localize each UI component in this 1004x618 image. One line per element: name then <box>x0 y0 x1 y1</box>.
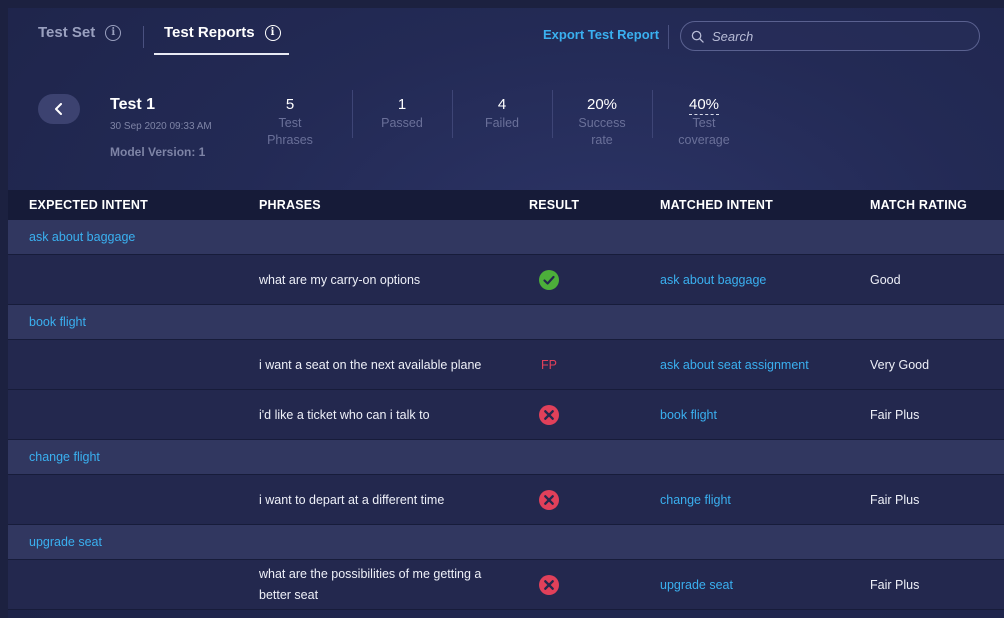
test-reports-panel: Test Set i Test Reports i Export Test Re… <box>8 8 1004 618</box>
stat-passed: 1 Passed <box>352 96 452 132</box>
stat-value: 1 <box>397 96 407 113</box>
matched-intent-link[interactable]: upgrade seat <box>660 578 733 592</box>
x-circle-icon <box>539 574 559 595</box>
toolbar-divider <box>668 25 669 49</box>
stat-value: 4 <box>497 96 507 113</box>
table-row: i want a seat on the next available plan… <box>8 340 1004 390</box>
stat-label: Test Phrases <box>240 115 340 149</box>
intent-group-row: book flight <box>8 305 1004 340</box>
test-name: Test 1 <box>110 96 156 113</box>
search-box[interactable] <box>680 21 980 51</box>
match-rating: Fair Plus <box>870 407 920 422</box>
stat-label-line: Success <box>578 116 626 130</box>
table-row: i'd like a ticket who can i talk to book… <box>8 390 1004 440</box>
back-button[interactable] <box>38 94 80 124</box>
result-cell <box>538 269 560 290</box>
stat-label: Success rate <box>552 115 652 149</box>
table-row: i want to depart at a different time cha… <box>8 475 1004 525</box>
matched-intent-link[interactable]: ask about seat assignment <box>660 358 809 372</box>
stat-test-coverage[interactable]: 40% Test coverage <box>654 96 754 149</box>
tab-test-set[interactable]: Test Set i <box>38 22 122 54</box>
result-cell: FP <box>538 358 560 372</box>
search-input[interactable] <box>712 28 962 44</box>
expected-intent-link[interactable]: ask about baggage <box>29 230 135 244</box>
stat-divider <box>652 90 653 138</box>
info-icon[interactable]: i <box>264 25 281 41</box>
phrase-line: better seat <box>259 587 319 602</box>
export-test-report-link[interactable]: Export Test Report <box>543 27 659 42</box>
match-rating: Good <box>870 272 901 287</box>
tab-bar: Test Set i Test Reports i Export Test Re… <box>8 8 1004 58</box>
match-rating: Fair Plus <box>870 492 920 507</box>
phrase-text: i'd like a ticket who can i talk to <box>259 407 430 422</box>
stat-success-rate: 20% Success rate <box>552 96 652 149</box>
false-positive-badge: FP <box>541 357 557 372</box>
stat-value: 5 <box>285 96 295 113</box>
stat-label: Failed <box>484 116 520 130</box>
expected-intent-link[interactable]: book flight <box>29 315 86 329</box>
tab-test-set-label: Test Set <box>38 24 96 41</box>
stat-label-line: coverage <box>678 133 730 147</box>
x-circle-icon <box>539 404 559 425</box>
stat-label-line: rate <box>591 133 613 147</box>
stat-label-line: Test <box>692 116 716 130</box>
column-header[interactable]: PHRASES <box>259 198 321 212</box>
results-table: EXPECTED INTENT PHRASES RESULT MATCHED I… <box>8 190 1004 610</box>
column-header[interactable]: MATCH RATING <box>870 198 967 212</box>
result-cell <box>538 489 560 510</box>
phrase-text: what are my carry-on options <box>259 272 421 287</box>
stat-label-line: Phrases <box>267 133 313 147</box>
phrase-text: what are the possibilities of me getting… <box>259 564 481 606</box>
intent-group-row: change flight <box>8 440 1004 475</box>
tab-test-reports-label: Test Reports <box>164 24 255 41</box>
intent-group-row: ask about baggage <box>8 220 1004 255</box>
stat-value[interactable]: 40% <box>688 96 720 115</box>
result-cell <box>538 574 560 595</box>
matched-intent-link[interactable]: change flight <box>660 493 731 507</box>
stat-value-wrap: 40% <box>654 96 754 115</box>
phrase-text: i want a seat on the next available plan… <box>259 357 482 372</box>
match-rating: Very Good <box>870 357 930 372</box>
expected-intent-link[interactable]: upgrade seat <box>29 535 102 549</box>
match-rating: Fair Plus <box>870 577 920 592</box>
stat-label: Test coverage <box>654 115 754 149</box>
stat-label-line: Test <box>278 116 302 130</box>
stat-value: 20% <box>586 96 618 113</box>
test-date: 30 Sep 2020 09:33 AM <box>110 121 212 132</box>
table-row: what are my carry-on options ask about b… <box>8 255 1004 305</box>
stat-label: Passed <box>381 116 423 130</box>
tab-divider <box>143 26 144 48</box>
matched-intent-link[interactable]: book flight <box>660 408 717 422</box>
expected-intent-link[interactable]: change flight <box>29 450 100 464</box>
stat-failed: 4 Failed <box>452 96 552 132</box>
model-version: Model Version: 1 <box>110 145 206 159</box>
intent-group-row: upgrade seat <box>8 525 1004 560</box>
phrase-line: what are the possibilities of me getting… <box>259 566 482 581</box>
x-circle-icon <box>539 489 559 510</box>
result-cell <box>538 404 560 425</box>
info-icon[interactable]: i <box>105 25 122 41</box>
stat-test-phrases: 5 Test Phrases <box>240 96 340 149</box>
chevron-left-icon <box>55 103 62 115</box>
table-header: EXPECTED INTENT PHRASES RESULT MATCHED I… <box>8 190 1004 220</box>
table-row: what are the possibilities of me getting… <box>8 560 1004 610</box>
search-icon <box>691 30 704 43</box>
column-header[interactable]: MATCHED INTENT <box>660 198 773 212</box>
phrase-text: i want to depart at a different time <box>259 492 445 507</box>
tab-test-reports[interactable]: Test Reports i <box>154 22 289 55</box>
matched-intent-link[interactable]: ask about baggage <box>660 273 766 287</box>
column-header[interactable]: RESULT <box>529 198 579 212</box>
check-circle-icon <box>539 269 559 290</box>
column-header[interactable]: EXPECTED INTENT <box>29 198 148 212</box>
